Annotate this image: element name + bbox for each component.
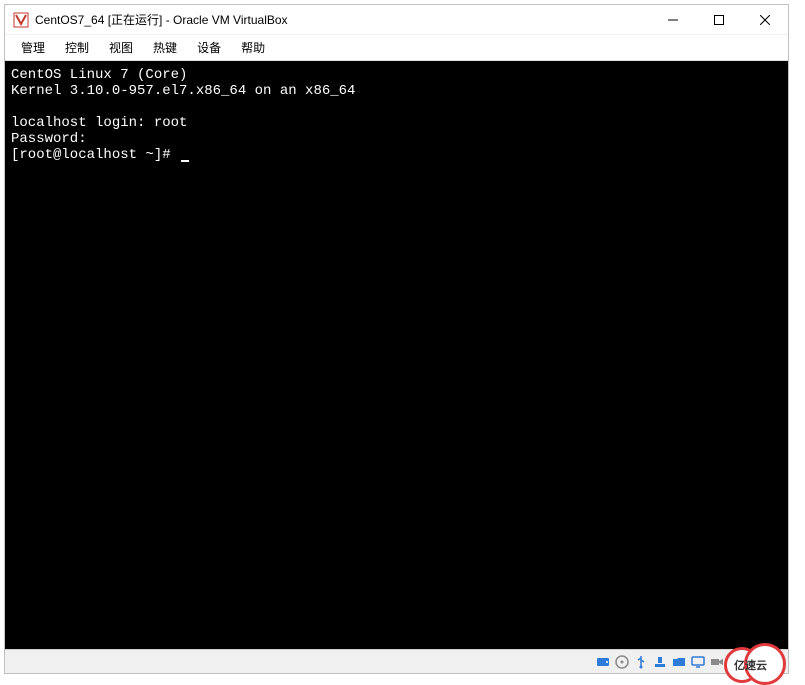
menu-manage[interactable]: 管理 (11, 35, 55, 60)
display-icon[interactable] (690, 654, 706, 670)
menu-view[interactable]: 视图 (99, 35, 143, 60)
maximize-button[interactable] (696, 5, 742, 35)
network-icon[interactable] (652, 654, 668, 670)
statusbar (5, 649, 788, 673)
titlebar: CentOS7_64 [正在运行] - Oracle VM VirtualBox (5, 5, 788, 35)
audio-icon[interactable] (728, 654, 744, 670)
console-line: Password: (11, 131, 87, 147)
console-line: Kernel 3.10.0-957.el7.x86_64 on an x86_6… (11, 83, 355, 99)
menu-devices[interactable]: 设备 (187, 35, 231, 60)
cursor-icon (181, 160, 189, 162)
host-key-icon[interactable] (766, 654, 782, 670)
console-output[interactable]: CentOS Linux 7 (Core) Kernel 3.10.0-957.… (5, 61, 788, 649)
window-controls (650, 5, 788, 34)
mouse-integration-icon[interactable] (747, 654, 763, 670)
close-button[interactable] (742, 5, 788, 35)
minimize-button[interactable] (650, 5, 696, 35)
usb-icon[interactable] (633, 654, 649, 670)
cd-icon[interactable] (614, 654, 630, 670)
console-line: CentOS Linux 7 (Core) (11, 67, 187, 83)
recording-icon[interactable] (709, 654, 725, 670)
menu-control[interactable]: 控制 (55, 35, 99, 60)
window-title: CentOS7_64 [正在运行] - Oracle VM VirtualBox (35, 11, 650, 28)
shared-folder-icon[interactable] (671, 654, 687, 670)
console-line: localhost login: root (11, 115, 187, 131)
menubar: 管理 控制 视图 热键 设备 帮助 (5, 35, 788, 61)
console-prompt: [root@localhost ~]# (11, 147, 179, 163)
virtualbox-icon (13, 12, 29, 28)
menu-help[interactable]: 帮助 (231, 35, 275, 60)
menu-hotkey[interactable]: 热键 (143, 35, 187, 60)
virtualbox-window: CentOS7_64 [正在运行] - Oracle VM VirtualBox… (4, 4, 789, 674)
hdd-icon[interactable] (595, 654, 611, 670)
